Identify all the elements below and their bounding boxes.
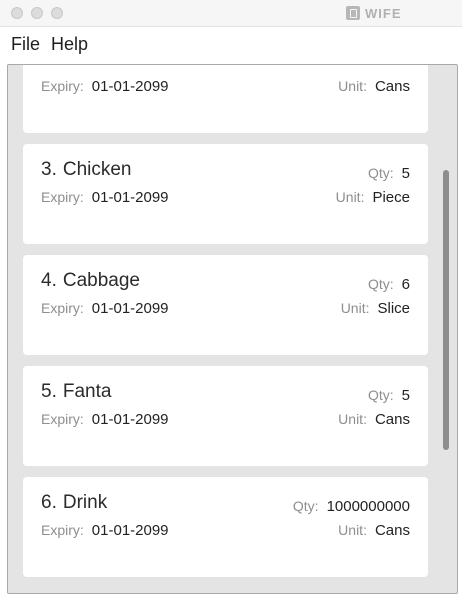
qty-value: 6 [401, 276, 410, 293]
qty-label: Qty: [367, 276, 394, 292]
unit-value: Cans [374, 522, 410, 539]
unit-label: Unit: [335, 189, 365, 205]
qty-label: Qty: [367, 165, 394, 181]
item-index: 4. [41, 270, 57, 291]
close-window-button[interactable] [11, 7, 23, 19]
item-name: 6. Drink [41, 492, 107, 514]
qty-value: 1000000000 [326, 498, 410, 515]
expiry-label: Expiry: [41, 411, 84, 427]
item-unit: Unit: Slice [341, 300, 410, 317]
item-index: 3. [41, 159, 57, 180]
item-name: 3. Chicken [41, 159, 132, 181]
minimize-window-button[interactable] [31, 7, 43, 19]
app-title-text: WIFE [365, 5, 402, 21]
scrollbar-thumb[interactable] [443, 170, 449, 450]
item-name: 4. Cabbage [41, 270, 140, 292]
menu-bar: File Help [0, 27, 462, 62]
unit-label: Unit: [340, 300, 370, 316]
expiry-label: Expiry: [41, 78, 84, 94]
item-index: 6. [41, 492, 57, 513]
expiry-value: 01-01-2099 [91, 411, 169, 428]
menu-file[interactable]: File [0, 27, 50, 62]
expiry-label: Expiry: [41, 189, 84, 205]
item-expiry: Expiry: 01-01-2099 [41, 300, 169, 317]
item-qty: Qty: 5 [368, 165, 410, 182]
item-qty: Qty: 5 [368, 387, 410, 404]
item-unit: Unit: Cans [338, 78, 410, 95]
expiry-value: 01-01-2099 [91, 522, 169, 539]
qty-label: Qty: [292, 498, 319, 514]
window-title: WIFE [346, 4, 402, 22]
app-icon [346, 6, 360, 20]
expiry-value: 01-01-2099 [91, 78, 169, 95]
item-unit: Unit: Cans [338, 411, 410, 428]
qty-label: Qty: [367, 387, 394, 403]
item-name-text: Cabbage [62, 270, 140, 291]
item-name: 5. Fanta [41, 381, 111, 403]
item-index: 5. [41, 381, 57, 402]
qty-value: 5 [401, 165, 410, 182]
item-qty: Qty: 1000000000 [293, 498, 410, 515]
expiry-label: Expiry: [41, 300, 84, 316]
vertical-scrollbar[interactable] [442, 65, 450, 593]
unit-value: Cans [374, 78, 410, 95]
zoom-window-button[interactable] [51, 7, 63, 19]
item-name-text: Fanta [62, 381, 112, 402]
item-expiry: Expiry: 01-01-2099 [41, 522, 169, 539]
list-item[interactable]: 4. Cabbage Qty: 6 Expiry: 01-01-2099 Unit: S… [23, 255, 428, 355]
qty-value: 5 [401, 387, 410, 404]
unit-value: Slice [377, 300, 410, 317]
item-expiry: Expiry: 01-01-2099 [41, 189, 169, 206]
list-item[interactable]: 6. Drink Qty: 1000000000 Expiry: 01-01-2099… [23, 477, 428, 577]
item-unit: Unit: Cans [338, 522, 410, 539]
list-item[interactable]: 5. Fanta Qty: 5 Expiry: 01-01-2099 Unit: Can… [23, 366, 428, 466]
item-unit: Unit: Piece [336, 189, 410, 206]
list-item[interactable]: Expiry: 01-01-2099 Unit: Cans [23, 65, 428, 133]
food-list-panel[interactable]: Expiry: 01-01-2099 Unit: Cans 3. Chicken Qt… [7, 64, 458, 594]
window-titlebar: WIFE [0, 0, 462, 27]
item-name-text: Chicken [62, 159, 132, 180]
item-name-text: Drink [62, 492, 108, 513]
item-expiry: Expiry: 01-01-2099 [41, 78, 169, 95]
unit-label: Unit: [338, 411, 367, 427]
list-item[interactable]: 3. Chicken Qty: 5 Expiry: 01-01-2099 Unit: P… [23, 144, 428, 244]
unit-label: Unit: [338, 78, 367, 94]
item-qty: Qty: 6 [368, 276, 410, 293]
menu-help[interactable]: Help [50, 27, 98, 62]
unit-value: Cans [374, 411, 410, 428]
expiry-value: 01-01-2099 [91, 189, 169, 206]
item-expiry: Expiry: 01-01-2099 [41, 411, 169, 428]
expiry-label: Expiry: [41, 522, 84, 538]
unit-value: Piece [372, 189, 410, 206]
expiry-value: 01-01-2099 [91, 300, 169, 317]
unit-label: Unit: [338, 522, 367, 538]
